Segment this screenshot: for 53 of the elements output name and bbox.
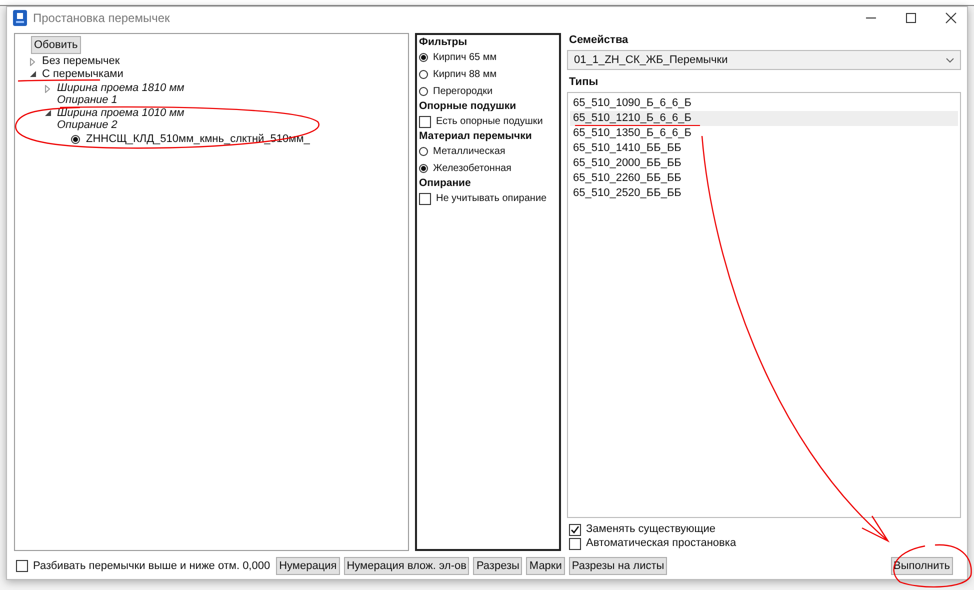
section-heading: Типы [569,76,600,88]
list-item[interactable]: 65_510_1410_ББ_ББ [570,141,958,156]
maximize-icon[interactable] [905,12,917,24]
group-label[interactable]: Ширина проема 1810 мм [57,82,184,94]
option-label: Разбивать перемычки выше и ниже отм. 0,000 [33,560,270,572]
toolbar-button[interactable]: Марки [526,557,565,575]
chevron-icon [946,58,954,62]
toolbar-button[interactable]: Разрезы на листы [568,557,668,575]
list-item[interactable]: 65_510_2260_ББ_ББ [570,171,958,186]
radio-button[interactable] [419,147,428,156]
checkbox[interactable] [569,524,581,536]
checkbox[interactable] [419,192,431,204]
tree-item[interactable]: Без перемычек [42,55,120,67]
expand-icon[interactable] [44,82,51,93]
option-label: Заменять существующие [586,523,716,536]
list-item[interactable]: 65_510_2520_ББ_ББ [570,186,958,201]
tree-item[interactable]: С перемычками [42,68,124,80]
radio-button[interactable] [71,134,80,144]
checkbox[interactable] [419,116,431,128]
radio-button[interactable] [419,53,428,62]
toolbar-button[interactable]: Нумерация [276,557,340,575]
option-label: Есть опорные подушки [436,115,543,128]
option-label: Кирпич 88 мм [433,68,497,81]
window-title: Простановка перемычек [33,11,170,25]
section-heading: Семейства [569,34,630,46]
family-dropdown[interactable]: 01_1_ZH_СК_ЖБ_Перемычки [567,50,961,70]
list-item[interactable]: 65_510_1090_Б_6_6_Б [570,96,958,111]
checkbox[interactable] [569,538,581,550]
radio-button[interactable] [419,164,428,173]
option-label: Автоматическая простановка [586,537,736,550]
section-heading: Фильтры [419,36,468,49]
radio-button[interactable] [419,70,428,79]
list-item[interactable]: 65_510_2000_ББ_ББ [570,156,958,171]
group-label[interactable]: Опирание 1 [57,94,184,106]
option-label: Металлическая [433,145,506,158]
list-item[interactable]: 65_510_1210_Б_6_6_Б [570,111,958,126]
app-icon [13,10,27,26]
section-heading: Опорные подушки [419,100,518,113]
toolbar-button[interactable]: Нумерация влож. эл-ов [344,557,470,575]
section-heading: Материал перемычки [419,130,533,143]
option-label: Перегородки [433,85,493,98]
section-heading: Опирание [419,177,472,190]
option-label: Кирпич 65 мм [433,51,497,64]
radio-button[interactable] [419,87,428,96]
group-label[interactable]: Опирание 2 [57,119,184,131]
checkbox[interactable] [16,560,28,572]
toolbar-button[interactable]: Разрезы [473,557,522,575]
close-icon[interactable] [945,12,957,24]
option-label: Не учитывать опирание [436,192,547,205]
list-item[interactable]: 65_510_1350_Б_6_6_Б [570,126,958,141]
option-label: Железобетонная [433,162,512,175]
refresh-button[interactable]: Обовить [31,36,81,54]
group-label[interactable]: Ширина проема 1010 мм [57,107,184,119]
